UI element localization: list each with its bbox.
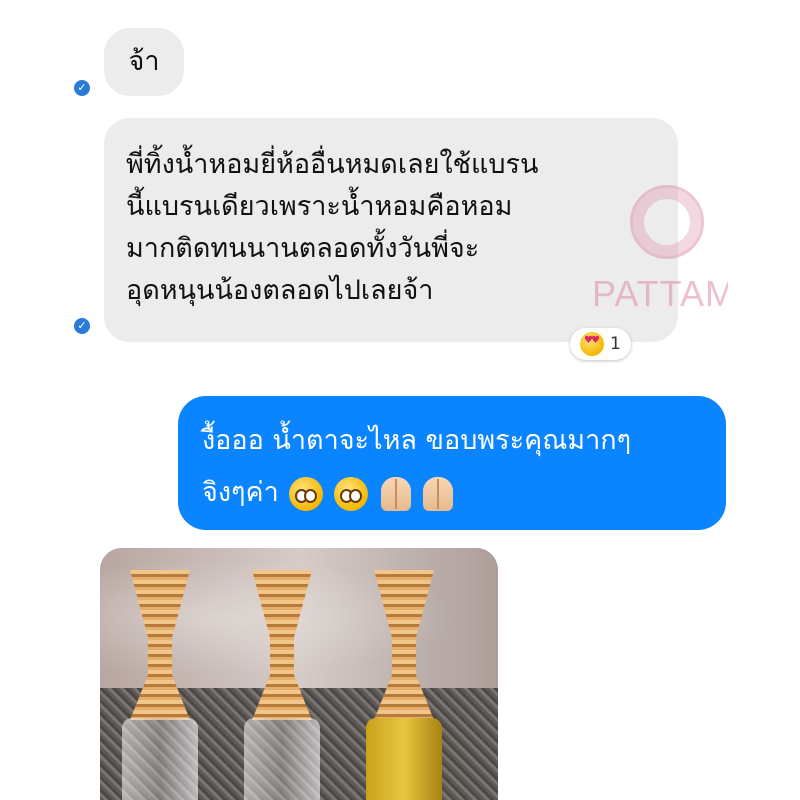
bottle-glass (244, 718, 320, 800)
watermark-text: PATTAMA (592, 273, 728, 314)
flower-logo-icon (630, 185, 704, 259)
reaction-count: 1 (610, 334, 621, 354)
chat-thread: จ้า พี่ทิ้งน้ำหอมยี่ห้ออื่นหมดเลยใช้แบรน… (72, 0, 728, 800)
bottle-glass (122, 718, 198, 800)
perfume-bottle (118, 570, 202, 800)
perfume-bottle (362, 570, 446, 800)
bottle-cap (130, 570, 190, 720)
watermark: PATTAMA (592, 185, 728, 315)
heart-eyes-emoji-icon (580, 332, 604, 356)
left-margin (0, 0, 72, 800)
bottle-glass (366, 718, 442, 800)
perfume-bottle (240, 570, 324, 800)
message-line-with-emoji: จิงๆค่า (202, 472, 726, 514)
photo-attachment[interactable] (100, 548, 498, 800)
pleading-face-emoji-icon (289, 476, 324, 511)
folded-hands-emoji-icon (423, 476, 454, 511)
message-text: จ้า (128, 46, 160, 77)
reaction-chip[interactable]: 1 (570, 328, 631, 360)
right-margin (728, 0, 800, 800)
bottle-cap (374, 570, 434, 720)
message-bubble-outgoing[interactable]: งื้อออ น้ำตาจะไหล ขอบพระคุณมากๆ จิงๆค่า (178, 396, 726, 530)
seen-check-icon: ✓ (74, 80, 90, 96)
pleading-face-emoji-icon (333, 476, 368, 511)
message-line: พี่ทิ้งน้ำหอมยี่ห้ออื่นหมดเลยใช้แบรน (126, 149, 539, 180)
seen-check-icon: ✓ (74, 318, 90, 334)
message-text: จิงๆค่า (202, 477, 279, 508)
bottle-cap (252, 570, 312, 720)
message-bubble-incoming[interactable]: จ้า (104, 28, 184, 96)
message-line: งื้อออ น้ำตาจะไหล ขอบพระคุณมากๆ (202, 425, 632, 456)
folded-hands-emoji-icon (380, 476, 411, 511)
